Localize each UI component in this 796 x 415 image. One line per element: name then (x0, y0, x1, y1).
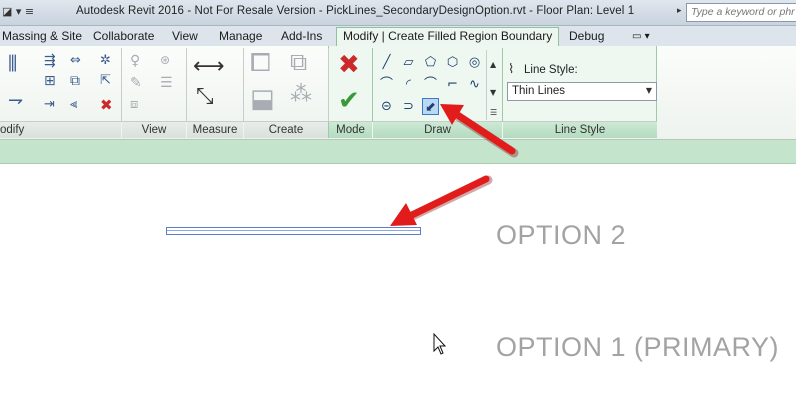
split-icon[interactable]: ⫷ (70, 98, 77, 111)
draw-ellipse-icon[interactable]: ⊝ (378, 98, 395, 115)
tab-massing-site[interactable]: Massing & Site (2, 28, 82, 46)
draw-center-end-arc-icon[interactable]: ◜ (400, 76, 417, 93)
mouse-cursor-icon (433, 333, 447, 355)
draw-tangent-arc-icon[interactable]: ⌒ (422, 76, 439, 93)
options-bar (0, 140, 796, 164)
cancel-edit-mode-icon[interactable]: ✖ (338, 52, 360, 78)
copy-icon[interactable]: ⧉ (70, 74, 80, 88)
delete-icon[interactable]: ✖ (100, 98, 113, 113)
trim-extend-icon[interactable]: ⇁ (8, 92, 23, 110)
tab-modify-create-filled-region[interactable]: Modify | Create Filled Region Boundary (336, 27, 560, 47)
hide-icon[interactable]: ⊛ (160, 54, 170, 66)
tab-debug[interactable]: Debug (569, 28, 604, 46)
line-style-icon: ⌇ (508, 62, 515, 77)
create-group-icon[interactable]: ⧉ (290, 50, 307, 74)
draw-start-end-arc-icon[interactable]: ⌒ (378, 76, 395, 93)
option-1-label: OPTION 1 (PRIMARY) (496, 332, 780, 362)
align-icon[interactable]: ⫴ (8, 54, 17, 76)
ribbon: ⫴ ⇶ ⊞ ⇥ ⇔ ⧉ ⫷ ✲ ⇱ ✖ ⇁ ♀ ⊛ ✎ ☰ ⧈ ⟷ ⤡ ⧠ ⧉ … (0, 46, 796, 140)
ribbon-tabs: Massing & Site Collaborate View Manage A… (0, 26, 796, 47)
panel-label-draw: Draw (373, 121, 502, 138)
move-icon[interactable]: ⇔ (70, 54, 81, 67)
aligned-dimension-icon[interactable]: ⤡ (196, 86, 214, 108)
trim-icon[interactable]: ⇥ (44, 98, 55, 111)
rotate-icon[interactable]: ✲ (100, 54, 111, 67)
draw-inscribed-polygon-icon[interactable]: ⬠ (422, 54, 439, 71)
measure-between-icon[interactable]: ⟷ (193, 56, 225, 78)
panel-label-create: Create (244, 121, 328, 138)
draw-circle-icon[interactable]: ◎ (466, 54, 483, 71)
panel-toggle-icon[interactable]: ▭ ▾ (632, 28, 650, 46)
draw-gallery-scroll[interactable]: ▲ ▼ ☰ (486, 50, 500, 120)
option-2-label: OPTION 2 (496, 220, 627, 250)
title-bar: ◪ ▾ ≡ Autodesk Revit 2016 - Not For Resa… (0, 0, 796, 26)
panel-label-mode: Mode (329, 121, 372, 138)
pick-lines-icon[interactable]: ⬋ (422, 98, 439, 115)
line-style-value: Thin Lines (512, 85, 566, 97)
paint-icon[interactable]: ✎ (130, 76, 142, 90)
chevron-down-icon: ▼ (645, 86, 652, 95)
panel-label-view: View (122, 121, 186, 138)
array-icon[interactable]: ⇱ (100, 74, 111, 87)
line-style-label: Line Style: (524, 64, 578, 76)
tab-manage[interactable]: Manage (219, 28, 262, 46)
draw-fillet-arc-icon[interactable]: ⌐ (444, 76, 461, 93)
create-assembly-icon[interactable]: ⧠ (250, 50, 271, 76)
create-parts-icon[interactable]: ⬓ (250, 86, 275, 112)
panel-label-line-style: Line Style (503, 121, 657, 138)
search-expand-icon[interactable]: ▸ (677, 6, 682, 16)
scroll-down-icon[interactable]: ▼ (490, 88, 496, 97)
draw-circumscribed-polygon-icon[interactable]: ⬡ (444, 54, 461, 71)
tab-collaborate[interactable]: Collaborate (93, 28, 154, 46)
draw-partial-ellipse-icon[interactable]: ⊃ (400, 98, 417, 115)
panel-label-modify: odify (0, 121, 121, 138)
draw-rectangle-icon[interactable]: ▱ (400, 54, 417, 71)
tab-add-ins[interactable]: Add-Ins (281, 28, 322, 46)
lightbulb-icon[interactable]: ♀ (130, 54, 140, 68)
finish-edit-mode-icon[interactable]: ✔ (338, 88, 360, 114)
drawing-area[interactable] (0, 165, 796, 415)
line-style-select[interactable]: Thin Lines ▼ (507, 82, 657, 101)
create-similar-icon[interactable]: ⁂ (290, 84, 312, 106)
scroll-up-icon[interactable]: ▲ (490, 60, 496, 69)
expand-gallery-icon[interactable]: ☰ (490, 108, 497, 117)
quick-access-toolbar[interactable]: ◪ ▾ ≡ (2, 5, 34, 18)
sketch-line[interactable] (166, 227, 421, 235)
cut-profile-icon[interactable]: ⧈ (130, 98, 138, 111)
linework-icon[interactable]: ☰ (160, 76, 173, 90)
search-input[interactable]: Type a keyword or phr (686, 3, 796, 22)
draw-spline-icon[interactable]: ∿ (466, 76, 483, 93)
mirror-icon[interactable]: ⊞ (44, 74, 56, 88)
offset-icon[interactable]: ⇶ (44, 54, 56, 68)
panel-label-measure: Measure (187, 121, 243, 138)
window-title: Autodesk Revit 2016 - Not For Resale Ver… (76, 5, 635, 17)
draw-line-icon[interactable]: ╱ (378, 54, 395, 71)
tab-view[interactable]: View (172, 28, 198, 46)
